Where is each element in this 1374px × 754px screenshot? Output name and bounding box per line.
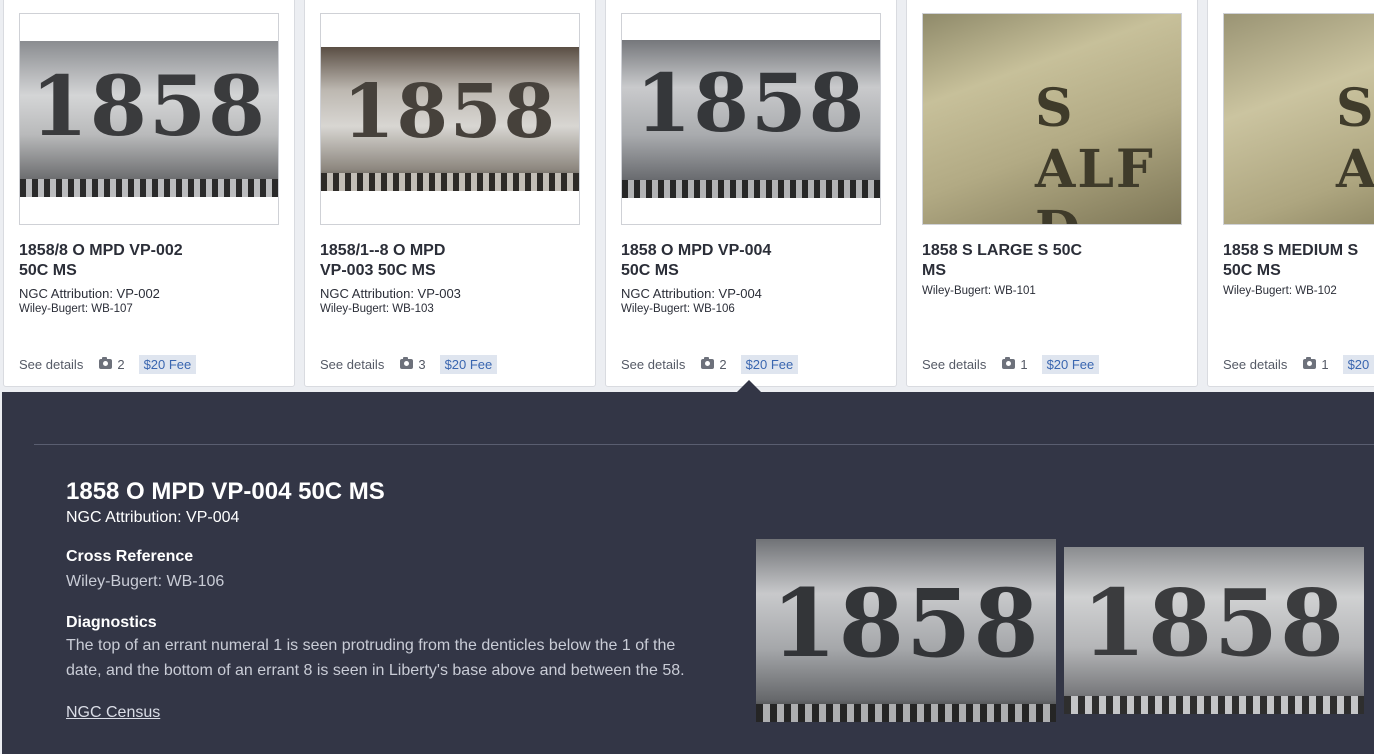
ngc-attribution: NGC Attribution: VP-004: [621, 286, 762, 301]
cross-reference: Wiley-Bugert: WB-102: [1223, 285, 1337, 297]
cross-reference: Wiley-Bugert: WB-103: [320, 303, 434, 315]
coin-legend-text: S ALF: [1336, 78, 1374, 200]
cross-reference: Wiley-Bugert: WB-107: [19, 303, 133, 315]
camera-icon: [1002, 357, 1016, 369]
ngc-attribution: NGC Attribution: VP-003: [320, 286, 461, 301]
card-title[interactable]: 1858 O MPD VP-004 50C MS: [621, 241, 821, 281]
photo-count: 1: [1020, 356, 1028, 372]
variety-card[interactable]: S ALF 1858 S MEDIUM S 50C MS Wiley-Buger…: [1207, 0, 1374, 387]
coin-date-text: 1858: [343, 69, 557, 155]
fee-badge: $20 Fee: [138, 354, 197, 374]
cross-reference-value: Wiley-Bugert: WB-106: [66, 573, 225, 590]
camera-icon: [1303, 357, 1317, 369]
card-title[interactable]: 1858/1--8 O MPD VP-003 50C MS: [320, 241, 520, 281]
cross-reference: Wiley-Bugert: WB-106: [621, 303, 735, 315]
coin-date-text: 1858: [1081, 569, 1347, 677]
camera-icon: [701, 357, 715, 369]
variety-card[interactable]: 1858 1858/1--8 O MPD VP-003 50C MS NGC A…: [304, 0, 596, 387]
camera-icon: [400, 357, 414, 369]
photo-count: 1: [1321, 356, 1329, 372]
coin-variety-carousel: 1858 1858/8 O MPD VP-002 50C MS NGC Attr…: [0, 0, 1374, 392]
photo-count: 2: [117, 356, 125, 372]
coin-legend-text: S ALF D: [1035, 78, 1155, 224]
coin-image[interactable]: S ALF: [1223, 13, 1374, 225]
coin-image[interactable]: 1858: [320, 13, 580, 225]
variety-card[interactable]: S ALF D 1858 S LARGE S 50C MS Wiley-Buge…: [906, 0, 1198, 387]
see-details-link[interactable]: See details: [320, 357, 384, 372]
fee-badge: $20 Fee: [740, 354, 799, 374]
see-details-link[interactable]: See details: [19, 357, 83, 372]
see-details-link[interactable]: See details: [1223, 357, 1287, 372]
variety-detail-panel: 1858 O MPD VP-004 50C MS NGC Attribution…: [2, 392, 1374, 754]
detail-coin-image-2[interactable]: 1858: [1064, 547, 1364, 714]
detail-title: 1858 O MPD VP-004 50C MS: [66, 478, 385, 505]
variety-card[interactable]: 1858 1858/8 O MPD VP-002 50C MS NGC Attr…: [3, 0, 295, 387]
coin-date-text: 1858: [635, 56, 867, 150]
card-title[interactable]: 1858 S LARGE S 50C MS: [922, 241, 1122, 281]
card-title[interactable]: 1858 S MEDIUM S 50C MS: [1223, 241, 1374, 281]
diagnostics-heading: Diagnostics: [66, 614, 157, 631]
ngc-attribution: NGC Attribution: VP-002: [19, 286, 160, 301]
variety-card[interactable]: 1858 1858 O MPD VP-004 50C MS NGC Attrib…: [605, 0, 897, 387]
photo-count: 3: [418, 356, 426, 372]
diagnostics-text: The top of an errant numeral 1 is seen p…: [66, 637, 685, 679]
fee-badge: $20 Fee: [1041, 354, 1100, 374]
coin-image[interactable]: 1858: [621, 13, 881, 225]
divider: [34, 444, 1374, 445]
ngc-census-link[interactable]: NGC Census: [66, 704, 160, 722]
see-details-link[interactable]: See details: [621, 357, 685, 372]
photo-count: 2: [719, 356, 727, 372]
camera-icon: [99, 357, 113, 369]
detail-attribution: NGC Attribution: VP-004: [66, 509, 240, 526]
coin-image[interactable]: 1858: [19, 13, 279, 225]
card-title[interactable]: 1858/8 O MPD VP-002 50C MS: [19, 241, 219, 281]
fee-badge: $20 Fee: [439, 354, 498, 374]
see-details-link[interactable]: See details: [922, 357, 986, 372]
cross-reference-heading: Cross Reference: [66, 548, 194, 565]
detail-coin-image-1[interactable]: 1858: [756, 539, 1056, 722]
fee-badge: $20: [1342, 354, 1374, 374]
coin-date-text: 1858: [30, 59, 268, 155]
coin-image[interactable]: S ALF D: [922, 13, 1182, 225]
coin-date-text: 1858: [771, 569, 1041, 679]
cross-reference: Wiley-Bugert: WB-101: [922, 285, 1036, 297]
